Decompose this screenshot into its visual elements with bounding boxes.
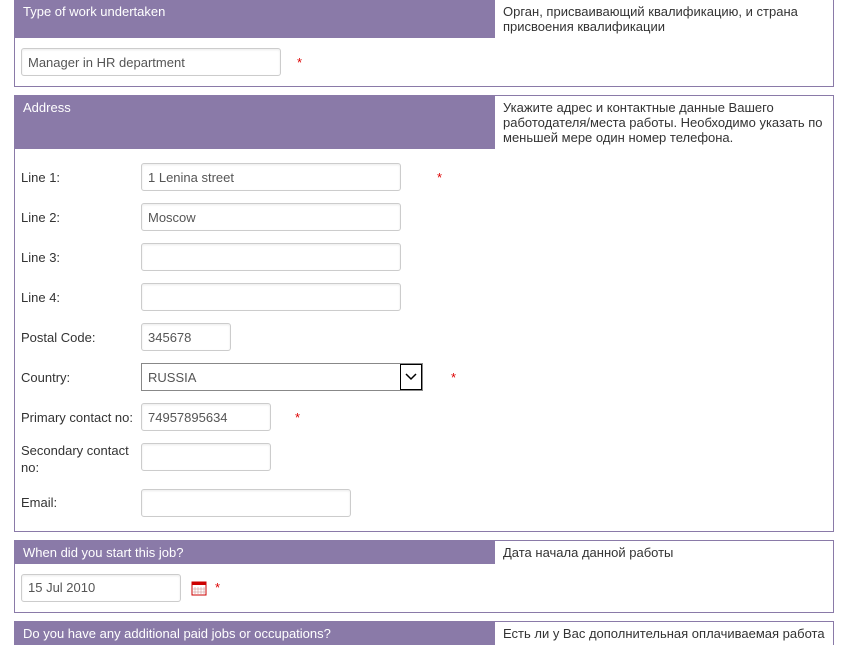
- label-line1: Line 1:: [21, 170, 141, 185]
- help-text-additional-jobs: Есть ли у Вас дополнительная оплачиваема…: [495, 622, 833, 645]
- row-country: Country: *: [15, 357, 495, 397]
- country-select[interactable]: [141, 363, 423, 391]
- start-date-input[interactable]: [21, 574, 181, 602]
- help-text-work-type: Орган, присваивающий квалификацию, и стр…: [495, 0, 833, 38]
- line4-input[interactable]: [141, 283, 401, 311]
- help-text-address: Укажите адрес и контактные данные Вашего…: [495, 96, 833, 149]
- label-email: Email:: [21, 495, 141, 510]
- label-line3: Line 3:: [21, 250, 141, 265]
- label-country: Country:: [21, 370, 141, 385]
- section-header-additional-jobs: Do you have any additional paid jobs or …: [15, 622, 495, 645]
- line1-input[interactable]: [141, 163, 401, 191]
- section-address: Address Укажите адрес и контактные данны…: [14, 95, 834, 532]
- email-input[interactable]: [141, 489, 351, 517]
- row-line4: Line 4:: [15, 277, 495, 317]
- row-email: Email:: [15, 483, 495, 523]
- row-line3: Line 3:: [15, 237, 495, 277]
- postal-input[interactable]: [141, 323, 231, 351]
- row-line1: Line 1: *: [15, 157, 495, 197]
- required-asterisk: *: [215, 580, 220, 595]
- line2-input[interactable]: [141, 203, 401, 231]
- section-start-job: When did you start this job? Дата начала…: [14, 540, 834, 613]
- row-secondary-contact: Secondary contact no:: [15, 437, 495, 483]
- section-header-address: Address: [15, 96, 495, 149]
- label-postal: Postal Code:: [21, 330, 141, 345]
- help-text-start-job: Дата начала данной работы: [495, 541, 833, 564]
- section-header-work-type: Type of work undertaken: [15, 0, 495, 38]
- required-asterisk: *: [297, 55, 302, 70]
- row-line2: Line 2:: [15, 197, 495, 237]
- label-line2: Line 2:: [21, 210, 141, 225]
- required-asterisk: *: [295, 410, 300, 425]
- label-primary-contact: Primary contact no:: [21, 410, 141, 425]
- label-line4: Line 4:: [21, 290, 141, 305]
- primary-contact-input[interactable]: [141, 403, 271, 431]
- section-header-start-job: When did you start this job?: [15, 541, 495, 564]
- label-secondary-contact: Secondary contact no:: [21, 443, 141, 477]
- required-asterisk: *: [437, 170, 442, 185]
- secondary-contact-input[interactable]: [141, 443, 271, 471]
- section-work-type: Type of work undertaken Орган, присваива…: [14, 0, 834, 87]
- calendar-icon[interactable]: [191, 580, 207, 596]
- line3-input[interactable]: [141, 243, 401, 271]
- section-additional-jobs: Do you have any additional paid jobs or …: [14, 621, 834, 645]
- work-type-input[interactable]: [21, 48, 281, 76]
- row-postal: Postal Code:: [15, 317, 495, 357]
- required-asterisk: *: [451, 370, 456, 385]
- row-primary-contact: Primary contact no: *: [15, 397, 495, 437]
